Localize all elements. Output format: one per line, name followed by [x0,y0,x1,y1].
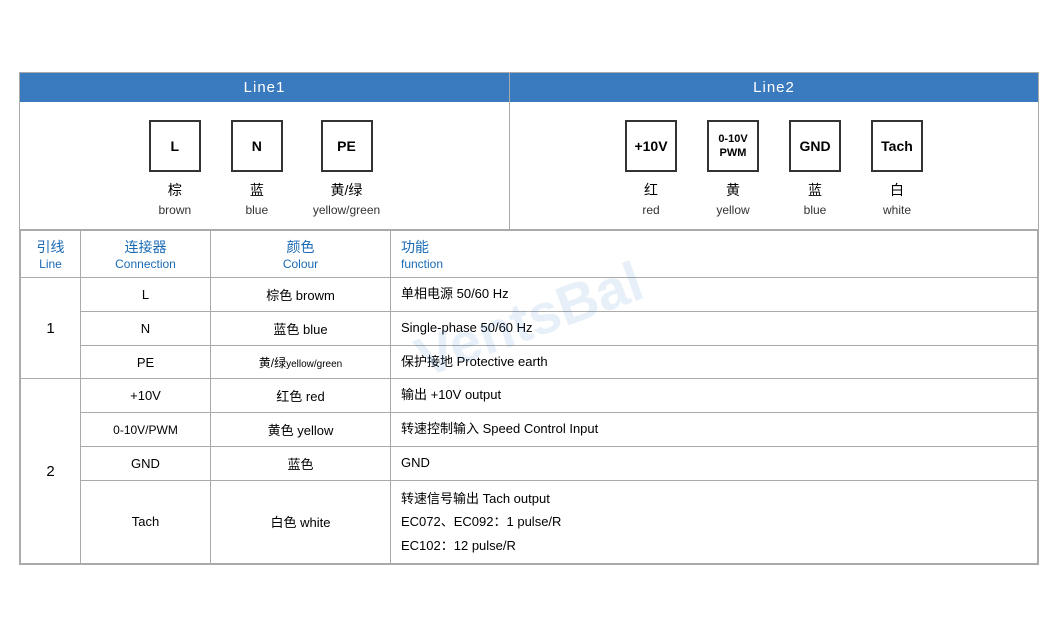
table-body: 1 L 棕色 browm 单相电源 50/60 Hz N 蓝色 blue Sin… [21,278,1038,564]
th-func: 功能 function [391,231,1038,278]
th-colour: 颜色 Colour [211,231,391,278]
wire-table: 引线 Line 连接器 Connection 颜色 Colour 功能 func… [20,230,1038,564]
th-colour-en: Colour [221,257,380,271]
td-colour-10V: 红色 red [211,379,391,413]
td-conn-tach: Tach [81,480,211,563]
td-func-10V: 输出 +10V output [391,379,1038,413]
line1-connectors: L 棕 brown N 蓝 blue PE 黄/绿 [20,102,509,229]
td-line-1: 1 [21,278,81,379]
th-func-en: function [401,257,1027,271]
th-conn-cn: 连接器 [91,237,200,257]
line2-label: Line2 [753,79,795,96]
th-line: 引线 Line [21,231,81,278]
connector-Tach: Tach 白 white [871,120,923,229]
th-conn: 连接器 Connection [81,231,211,278]
connector-box-L: L [149,120,201,172]
line2-block: Line2 +10V 红 red 0-10VPWM 黄 yellow [510,73,1038,229]
connector-label-L: 棕 brown [158,180,191,229]
td-colour-N: 蓝色 blue [211,311,391,345]
connector-N: N 蓝 blue [231,120,283,229]
td-func-N: Single-phase 50/60 Hz [391,311,1038,345]
td-conn-10V: +10V [81,379,211,413]
th-line-en: Line [31,257,70,271]
connector-box-PE: PE [321,120,373,172]
line1-label: Line1 [244,79,286,96]
td-func-gnd: GND [391,447,1038,481]
connector-label-Tach: 白 white [883,180,911,229]
td-conn-gnd: GND [81,447,211,481]
main-container: Line1 L 棕 brown N 蓝 blue [19,72,1039,565]
th-func-cn: 功能 [401,237,1027,257]
connector-box-GND: GND [789,120,841,172]
connector-box-Tach: Tach [871,120,923,172]
td-colour-PE: 黄/绿yellow/green [211,345,391,379]
td-colour-pwm: 黄色 yellow [211,413,391,447]
connector-label-N: 蓝 blue [245,180,268,229]
table-row: 0-10V/PWM 黄色 yellow 转速控制输入 Speed Control… [21,413,1038,447]
line2-header: Line2 [510,73,1038,102]
line1-block: Line1 L 棕 brown N 蓝 blue [20,73,510,229]
table-row: PE 黄/绿yellow/green 保护接地 Protective earth [21,345,1038,379]
table-header-row: 引线 Line 连接器 Connection 颜色 Colour 功能 func… [21,231,1038,278]
td-colour-gnd: 蓝色 [211,447,391,481]
table-row: GND 蓝色 GND [21,447,1038,481]
td-func-tach: 转速信号输出 Tach output EC072、EC092：1 pulse/R… [391,480,1038,563]
connector-label-GND: 蓝 blue [804,180,827,229]
td-colour-tach: 白色 white [211,480,391,563]
connector-box-PWM: 0-10VPWM [707,120,759,172]
diagram-section: Line1 L 棕 brown N 蓝 blue [20,73,1038,230]
connector-GND: GND 蓝 blue [789,120,841,229]
td-conn-PE: PE [81,345,211,379]
th-line-cn: 引线 [31,237,70,257]
table-row: Tach 白色 white 转速信号输出 Tach output EC072、E… [21,480,1038,563]
connector-PWM: 0-10VPWM 黄 yellow [707,120,759,229]
th-colour-cn: 颜色 [221,237,380,257]
connector-L: L 棕 brown [149,120,201,229]
td-func-PE: 保护接地 Protective earth [391,345,1038,379]
td-func-pwm: 转速控制输入 Speed Control Input [391,413,1038,447]
td-conn-pwm: 0-10V/PWM [81,413,211,447]
connector-label-10V: 红 red [642,180,659,229]
line1-header: Line1 [20,73,509,102]
th-conn-en: Connection [91,257,200,271]
connector-PE: PE 黄/绿 yellow/green [313,120,380,229]
td-colour-L: 棕色 browm [211,278,391,312]
connector-label-PWM: 黄 yellow [716,180,749,229]
table-row: 1 L 棕色 browm 单相电源 50/60 Hz [21,278,1038,312]
td-conn-N: N [81,311,211,345]
table-row: N 蓝色 blue Single-phase 50/60 Hz [21,311,1038,345]
connector-10V: +10V 红 red [625,120,677,229]
line2-connectors: +10V 红 red 0-10VPWM 黄 yellow GND [510,102,1038,229]
connector-box-10V: +10V [625,120,677,172]
td-func-L: 单相电源 50/60 Hz [391,278,1038,312]
table-row: 2 +10V 红色 red 输出 +10V output [21,379,1038,413]
connector-label-PE: 黄/绿 yellow/green [313,180,380,229]
td-conn-L: L [81,278,211,312]
td-line-2: 2 [21,379,81,564]
connector-box-N: N [231,120,283,172]
